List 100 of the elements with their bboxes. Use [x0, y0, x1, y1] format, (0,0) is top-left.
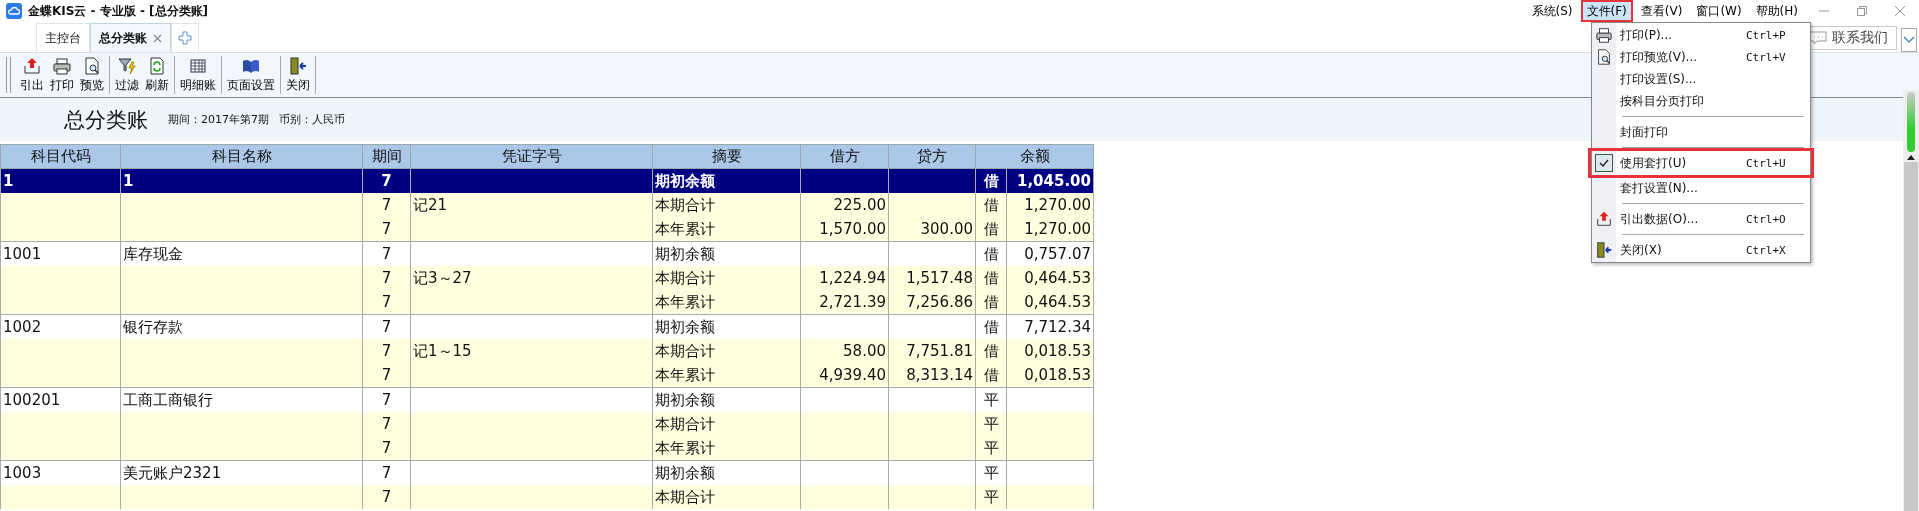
- table-cell: 7: [362, 412, 411, 436]
- table-cell: 7,751.81: [888, 339, 976, 363]
- chat-icon: [1809, 31, 1827, 45]
- table-cell: 1: [0, 168, 121, 193]
- table-cell: 平: [975, 412, 1007, 436]
- table-cell: 1,270.00: [1006, 217, 1094, 242]
- table-cell: 300.00: [888, 217, 976, 242]
- table-cell: 本期合计: [652, 266, 801, 290]
- table-cell: 58.00: [800, 339, 889, 363]
- table-cell: 1,570.00: [800, 217, 889, 242]
- table-cell: 1,270.00: [1006, 193, 1094, 217]
- table-cell: 7: [362, 436, 411, 461]
- table-cell: 借: [975, 290, 1007, 315]
- table-cell: 借: [975, 266, 1007, 290]
- add-tab-button[interactable]: [171, 23, 199, 52]
- table-cell: 7: [362, 485, 411, 509]
- table-cell: 0,018.53: [1006, 339, 1094, 363]
- tab-label: 主控台: [45, 29, 81, 47]
- table-cell: 7: [362, 290, 411, 315]
- tab-label: 总分类账: [99, 29, 147, 47]
- table-cell: 借: [975, 217, 1007, 242]
- table-cell: 0,018.53: [1006, 363, 1094, 388]
- column-header: 贷方: [888, 144, 976, 169]
- grid-icon: [188, 56, 208, 76]
- menu-item[interactable]: 关闭(X) Ctrl+X: [1592, 239, 1810, 261]
- table-cell: 借: [975, 339, 1007, 363]
- table-cell: 本期合计: [652, 193, 801, 217]
- printer-icon: [52, 56, 72, 76]
- table-cell: 记21: [410, 193, 653, 217]
- toolbar-button[interactable]: 过滤: [112, 56, 142, 94]
- table-cell: 8,313.14: [888, 363, 976, 388]
- menu-bar-item[interactable]: 系统(S): [1525, 0, 1579, 22]
- preview-icon: [1595, 48, 1613, 66]
- door-icon: [288, 56, 308, 76]
- toolbar-button[interactable]: 明细账: [177, 56, 219, 94]
- menu-item[interactable]: 套打设置(N)...: [1592, 177, 1810, 199]
- table-cell: 4,939.40: [800, 363, 889, 388]
- table-cell: 本年累计: [652, 217, 801, 242]
- column-header: 期间: [362, 144, 411, 169]
- table-cell: 7: [362, 363, 411, 388]
- scrollbar[interactable]: [1903, 90, 1919, 511]
- plus-icon: [178, 31, 192, 45]
- menu-bar-item[interactable]: 查看(V): [1634, 0, 1689, 22]
- printer-icon: [1595, 26, 1613, 44]
- menu-bar-item[interactable]: 帮助(H): [1749, 0, 1804, 22]
- menu-item[interactable]: 打印设置(S)...: [1592, 68, 1810, 90]
- column-header: 科目名称: [120, 144, 363, 169]
- table-cell: 平: [975, 436, 1007, 461]
- menu-item[interactable]: 使用套打(U) Ctrl+U: [1592, 152, 1810, 174]
- menu-item[interactable]: 按科目分页打印: [1592, 90, 1810, 112]
- table-cell: 本期合计: [652, 485, 801, 509]
- table-cell: 0,464.53: [1006, 290, 1094, 315]
- table-cell: 期初余额: [652, 168, 801, 193]
- column-header: 借方: [800, 144, 889, 169]
- toolbar-button[interactable]: 刷新: [142, 56, 172, 94]
- tab[interactable]: 主控台: [36, 23, 90, 52]
- table-cell: 2,721.39: [800, 290, 889, 315]
- column-header: 摘要: [652, 144, 801, 169]
- report-title: 总分类账: [64, 106, 148, 134]
- period-label: 期间：2017年第7期: [168, 112, 269, 127]
- cloud-logo-icon: [6, 3, 22, 19]
- menu-bar-item[interactable]: 文件(F): [1580, 0, 1633, 22]
- filter-icon: [117, 56, 137, 76]
- export-icon: [22, 56, 42, 76]
- table-cell: 7: [362, 193, 411, 217]
- table-cell: 本年累计: [652, 290, 801, 315]
- toolbar-button[interactable]: 打印: [47, 56, 77, 94]
- menu-bar-item[interactable]: 窗口(W): [1690, 0, 1748, 22]
- restore-icon[interactable]: [1855, 4, 1869, 18]
- close-icon[interactable]: [1893, 4, 1907, 18]
- table-cell: 7: [362, 339, 411, 363]
- column-header: 科目代码: [0, 144, 121, 169]
- toolbar-button[interactable]: 关闭: [283, 56, 313, 94]
- table-cell: 0,464.53: [1006, 266, 1094, 290]
- tab[interactable]: 总分类账: [90, 23, 171, 52]
- window-title: 金蝶KIS云 - 专业版 - [总分类账]: [28, 2, 209, 20]
- table-cell: 本年累计: [652, 436, 801, 461]
- table-cell: 借: [975, 363, 1007, 388]
- menu-item[interactable]: 封面打印: [1592, 121, 1810, 143]
- refresh-icon: [147, 56, 167, 76]
- column-header: 余额: [975, 144, 1094, 169]
- preview-icon: [82, 56, 102, 76]
- toolbar-button[interactable]: 引出: [17, 56, 47, 94]
- door-icon: [1595, 241, 1613, 259]
- close-icon[interactable]: [153, 33, 162, 43]
- export-icon: [1595, 210, 1613, 228]
- table-cell: 记1～15: [410, 339, 653, 363]
- toolbar-button[interactable]: 预览: [77, 56, 107, 94]
- scroll-gauge: [1907, 92, 1915, 152]
- table-cell: 7: [362, 217, 411, 242]
- currency-label: 币别：人民币: [279, 112, 345, 127]
- menu-item[interactable]: 引出数据(O)... Ctrl+O: [1592, 208, 1810, 230]
- table-cell: 1,517.48: [888, 266, 976, 290]
- toolbar-button[interactable]: 页面设置: [224, 56, 278, 94]
- table-cell: 记3～27: [410, 266, 653, 290]
- dropdown-icon[interactable]: [1901, 28, 1917, 52]
- table-cell: 本期合计: [652, 339, 801, 363]
- table-cell: 1,224.94: [800, 266, 889, 290]
- table-cell: 本期合计: [652, 412, 801, 436]
- column-header: 凭证字号: [410, 144, 653, 169]
